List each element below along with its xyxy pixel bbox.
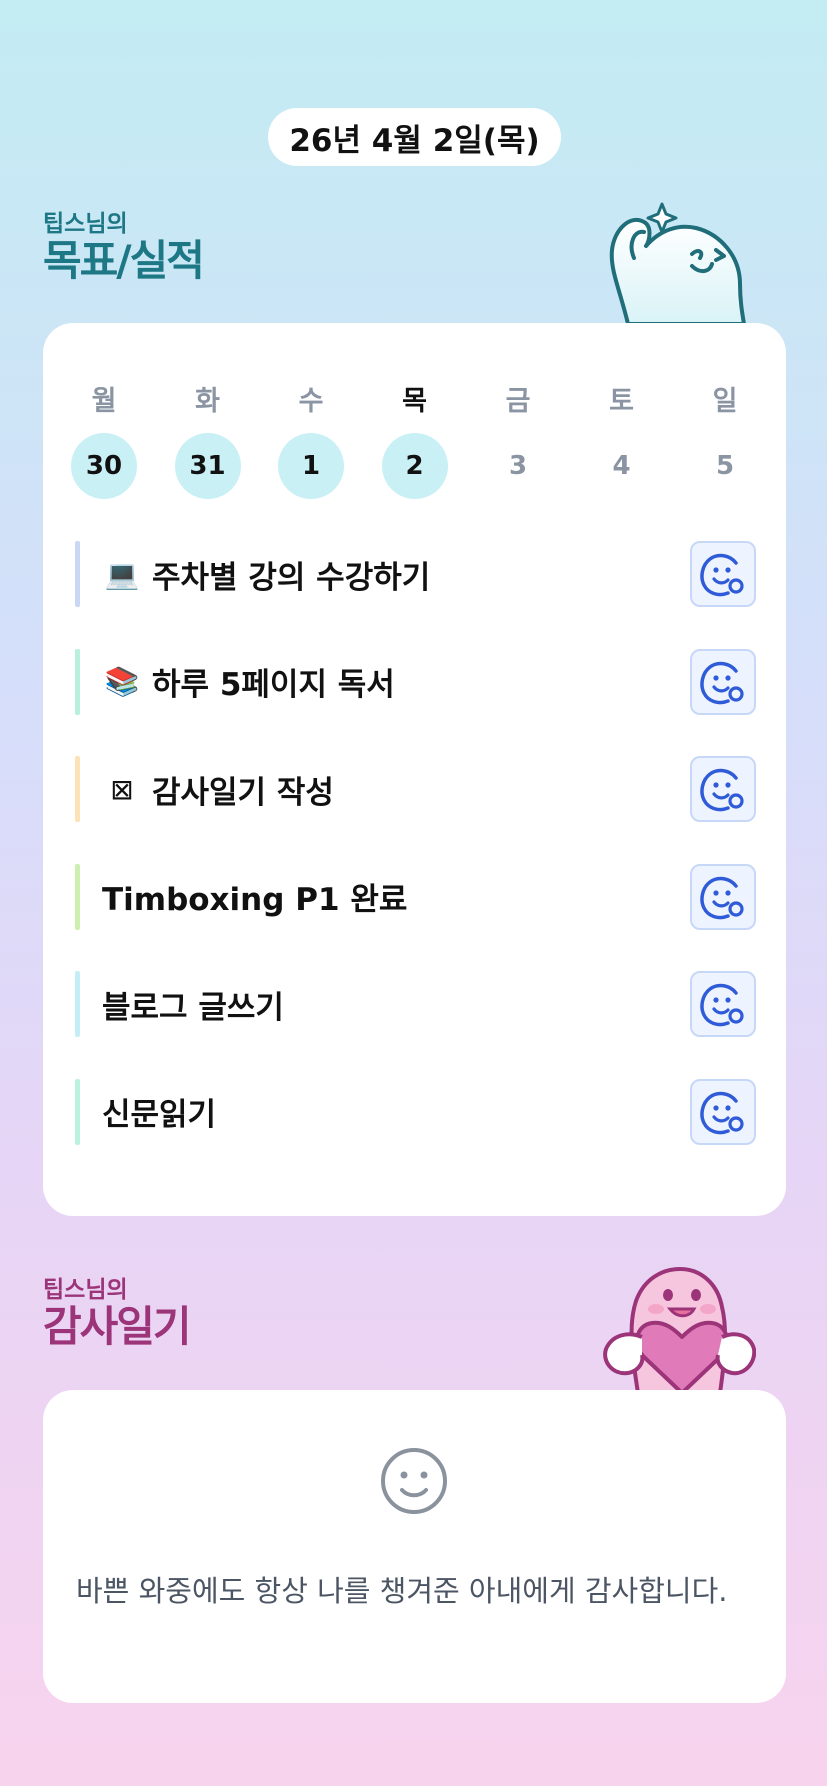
task-color-bar — [75, 971, 80, 1037]
mood-check-button[interactable] — [690, 756, 756, 822]
gratitude-section-title: 팁스님의 감사일기 — [43, 1276, 192, 1351]
day-number[interactable]: 1 — [278, 433, 344, 499]
smile-face-icon[interactable] — [379, 1446, 449, 1516]
mood-face-icon — [700, 768, 744, 812]
date-pill[interactable]: 26년 4월 2일(목) — [268, 108, 561, 166]
mood-check-button[interactable] — [690, 648, 756, 715]
day-column[interactable]: 목2 — [381, 379, 448, 499]
goals-section-sub: 팁스님의 — [43, 211, 128, 237]
day-name-label: 일 — [712, 386, 738, 417]
goals-section-heading: 목표/실적 — [43, 236, 205, 285]
task-label: Timboxing P1 완료 — [102, 882, 408, 918]
day-name-label: 월 — [91, 386, 117, 417]
goals-card: 월 30 화 31 수 1 목 2 금 3 토 4 일 5 💻 주차별 강의 수강하기 📚 하루 5페이지 독서… — [43, 323, 786, 1216]
books-icon: 📚 — [104, 665, 140, 698]
day-column[interactable]: 화 31 — [174, 379, 241, 499]
task-color-bar — [75, 648, 80, 715]
gratitude-section-heading: 감사일기 — [43, 1302, 192, 1351]
mood-face-icon — [700, 661, 744, 704]
task-color-bar — [75, 756, 80, 822]
gratitude-card: 바쁜 와중에도 항상 나를 챙겨준 아내에게 감사합니다. — [43, 1390, 786, 1703]
week-calendar: 월 30 화 31 수 1 목 2 금 3 토 4 일 5 — [71, 379, 758, 499]
day-column[interactable]: 수1 — [278, 379, 344, 499]
date-label: 26년 4월 2일(목) — [289, 122, 540, 159]
task-row[interactable]: 블로그 글쓰기 — [75, 971, 756, 1037]
task-color-bar — [75, 541, 80, 607]
mood-face-icon — [700, 876, 744, 919]
task-label: 감사일기 작성 — [152, 774, 334, 811]
task-color-bar — [75, 863, 80, 930]
day-column[interactable]: 일5 — [692, 379, 758, 499]
day-name-label: 목 — [402, 386, 427, 417]
day-number[interactable]: 4 — [589, 433, 655, 499]
task-label: 신문읽기 — [102, 1097, 217, 1133]
day-number[interactable]: 2 — [381, 433, 448, 499]
mood-check-button[interactable] — [690, 541, 756, 607]
mood-face-icon — [700, 983, 744, 1027]
gratitude-section-sub: 팁스님의 — [43, 1277, 128, 1303]
task-label: 블로그 글쓰기 — [102, 989, 284, 1026]
task-row[interactable]: 신문읽기 — [75, 1078, 756, 1145]
task-color-bar — [75, 1078, 80, 1145]
day-name-label: 화 — [195, 386, 220, 417]
task-label: 주차별 강의 수강하기 — [152, 559, 431, 596]
day-number[interactable]: 31 — [174, 433, 241, 499]
task-label: 하루 5페이지 독서 — [152, 667, 395, 703]
mood-check-button[interactable] — [690, 1078, 756, 1145]
day-number[interactable]: 30 — [71, 433, 137, 499]
task-row[interactable]: 📚 하루 5페이지 독서 — [75, 648, 756, 715]
day-name-label: 수 — [298, 386, 324, 417]
day-column[interactable]: 토4 — [589, 379, 655, 499]
gratitude-entry-text: 바쁜 와중에도 항상 나를 챙겨준 아내에게 감사합니다. — [76, 1574, 728, 1608]
task-row[interactable]: 💻 주차별 강의 수강하기 — [75, 541, 756, 607]
goals-section-title: 팁스님의 목표/실적 — [43, 210, 205, 285]
mood-check-button[interactable] — [690, 863, 756, 930]
day-column[interactable]: 금3 — [485, 379, 551, 499]
ghost-mascot-icon — [609, 202, 746, 324]
day-number[interactable]: 5 — [692, 433, 758, 499]
mood-face-icon — [700, 1091, 744, 1134]
day-column[interactable]: 월 30 — [71, 379, 137, 499]
day-name-label: 토 — [609, 386, 634, 417]
missing-glyph-icon: ⊠ — [110, 772, 134, 806]
mood-check-button[interactable] — [690, 971, 756, 1037]
heart-mascot-icon — [603, 1266, 756, 1393]
task-row[interactable]: ⊠ 감사일기 작성 — [75, 756, 756, 822]
day-number[interactable]: 3 — [485, 433, 551, 499]
day-name-label: 금 — [505, 386, 531, 417]
task-row[interactable]: Timboxing P1 완료 — [75, 863, 756, 930]
laptop-icon: 💻 — [104, 557, 140, 591]
mood-face-icon — [700, 553, 744, 597]
